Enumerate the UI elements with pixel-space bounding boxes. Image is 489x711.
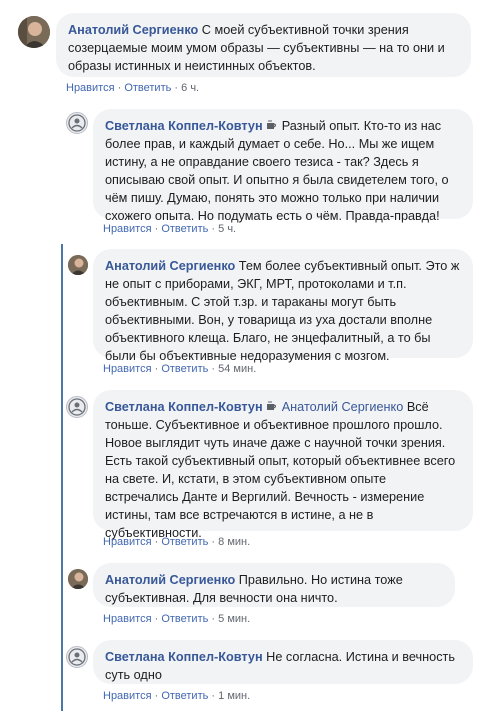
like-link[interactable]: Нравится — [103, 690, 152, 702]
comment-actions: Нравится · Ответить · 5 ч. — [103, 223, 237, 235]
comment-bubble: Анатолий Сергиенко Тем более субъективны… — [93, 249, 473, 363]
like-link[interactable]: Нравится — [103, 363, 152, 375]
comment-text: Тем более субъективный опыт. Это ж не оп… — [105, 259, 460, 363]
like-link[interactable]: Нравится — [103, 536, 152, 548]
author-name[interactable]: Светлана Коппел-Ковтун — [105, 119, 263, 133]
reply-thread-line — [61, 244, 63, 711]
comment-actions: Нравится · Ответить · 8 мин. — [103, 536, 251, 548]
timestamp[interactable]: 5 ч. — [218, 223, 236, 235]
coffee-cup-icon — [266, 117, 278, 135]
like-link[interactable]: Нравится — [103, 223, 152, 235]
comment-bubble: Анатолий Сергиенко Правильно. Но истина … — [93, 563, 455, 607]
comment-bubble: Светлана Коппел-Ковтун Разный опыт. Кто-… — [93, 109, 473, 223]
avatar[interactable] — [68, 569, 88, 589]
avatar[interactable] — [66, 646, 88, 668]
author-name[interactable]: Светлана Коппел-Ковтун — [105, 650, 263, 664]
like-link[interactable]: Нравится — [103, 613, 152, 625]
avatar[interactable] — [66, 112, 88, 134]
comment-bubble: Анатолий Сергиенко С моей субъективной т… — [56, 13, 471, 77]
comment-bubble: Светлана Коппел-Ковтун Анатолий Сергиенк… — [93, 390, 473, 540]
comment-bubble: Светлана Коппел-Ковтун Не согласна. Исти… — [93, 640, 473, 684]
avatar[interactable] — [66, 396, 88, 418]
comment-actions: Нравится · Ответить · 6 ч. — [66, 82, 200, 94]
coffee-cup-icon — [266, 398, 278, 416]
comment-actions: Нравится · Ответить · 1 мин. — [103, 690, 251, 702]
reply-link[interactable]: Ответить — [161, 613, 208, 625]
avatar[interactable] — [18, 16, 50, 48]
author-name[interactable]: Анатолий Сергиенко — [68, 23, 198, 37]
reply-link[interactable]: Ответить — [161, 690, 208, 702]
comment-actions: Нравится · Ответить · 54 мин. — [103, 363, 257, 375]
mention-link[interactable]: Анатолий Сергиенко — [282, 400, 404, 414]
reply-link[interactable]: Ответить — [161, 536, 208, 548]
like-link[interactable]: Нравится — [66, 82, 115, 94]
avatar[interactable] — [68, 255, 88, 275]
reply-link[interactable]: Ответить — [161, 223, 208, 235]
timestamp[interactable]: 6 ч. — [181, 82, 199, 94]
reply-link[interactable]: Ответить — [161, 363, 208, 375]
author-name[interactable]: Анатолий Сергиенко — [105, 573, 235, 587]
comment-text: Всё тоньше. Субъективное и объективное п… — [105, 400, 456, 540]
comment-actions: Нравится · Ответить · 5 мин. — [103, 613, 251, 625]
timestamp[interactable]: 8 мин. — [218, 536, 250, 548]
author-name[interactable]: Светлана Коппел-Ковтун — [105, 400, 263, 414]
timestamp[interactable]: 1 мин. — [218, 690, 250, 702]
reply-link[interactable]: Ответить — [124, 82, 171, 94]
timestamp[interactable]: 54 мин. — [218, 363, 256, 375]
timestamp[interactable]: 5 мин. — [218, 613, 250, 625]
author-name[interactable]: Анатолий Сергиенко — [105, 259, 235, 273]
comment-text: Разный опыт. Кто-то из нас более прав, и… — [105, 119, 449, 223]
